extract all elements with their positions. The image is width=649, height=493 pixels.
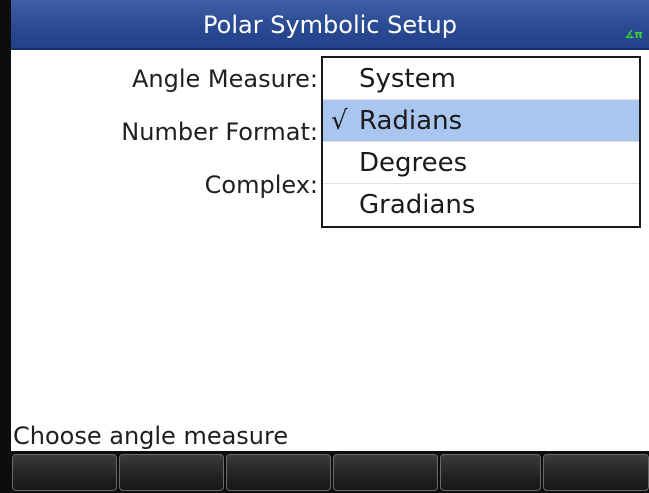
option-gradians[interactable]: Gradians bbox=[323, 184, 639, 226]
number-format-label: Number Format: bbox=[121, 118, 318, 146]
calculator-screen: Polar Symbolic Setup ∡π Angle Measure: N… bbox=[0, 0, 649, 493]
option-system[interactable]: System bbox=[323, 58, 639, 100]
title-bar: Polar Symbolic Setup ∡π bbox=[11, 0, 649, 50]
angle-mode-indicator: ∡π bbox=[624, 28, 643, 41]
angle-measure-dropdown[interactable]: System √ Radians Degrees Gradians bbox=[321, 56, 641, 228]
complex-label: Complex: bbox=[204, 171, 318, 199]
screen-edge bbox=[0, 0, 11, 493]
softkey-1[interactable] bbox=[12, 454, 117, 491]
option-degrees[interactable]: Degrees bbox=[323, 142, 639, 184]
softkey-bar bbox=[0, 451, 649, 493]
option-label: Degrees bbox=[359, 148, 468, 178]
option-label: Radians bbox=[359, 106, 463, 136]
option-label: System bbox=[359, 64, 456, 94]
status-message: Choose angle measure bbox=[13, 422, 289, 450]
softkey-5[interactable] bbox=[440, 454, 541, 491]
page-title: Polar Symbolic Setup bbox=[203, 11, 457, 39]
softkey-2[interactable] bbox=[119, 454, 224, 491]
checkmark-icon: √ bbox=[331, 106, 348, 136]
angle-measure-label: Angle Measure: bbox=[131, 65, 318, 93]
option-label: Gradians bbox=[359, 190, 476, 220]
option-radians[interactable]: √ Radians bbox=[323, 100, 639, 142]
softkey-4[interactable] bbox=[333, 454, 438, 491]
softkey-6[interactable] bbox=[543, 454, 649, 491]
softkey-3[interactable] bbox=[226, 454, 331, 491]
